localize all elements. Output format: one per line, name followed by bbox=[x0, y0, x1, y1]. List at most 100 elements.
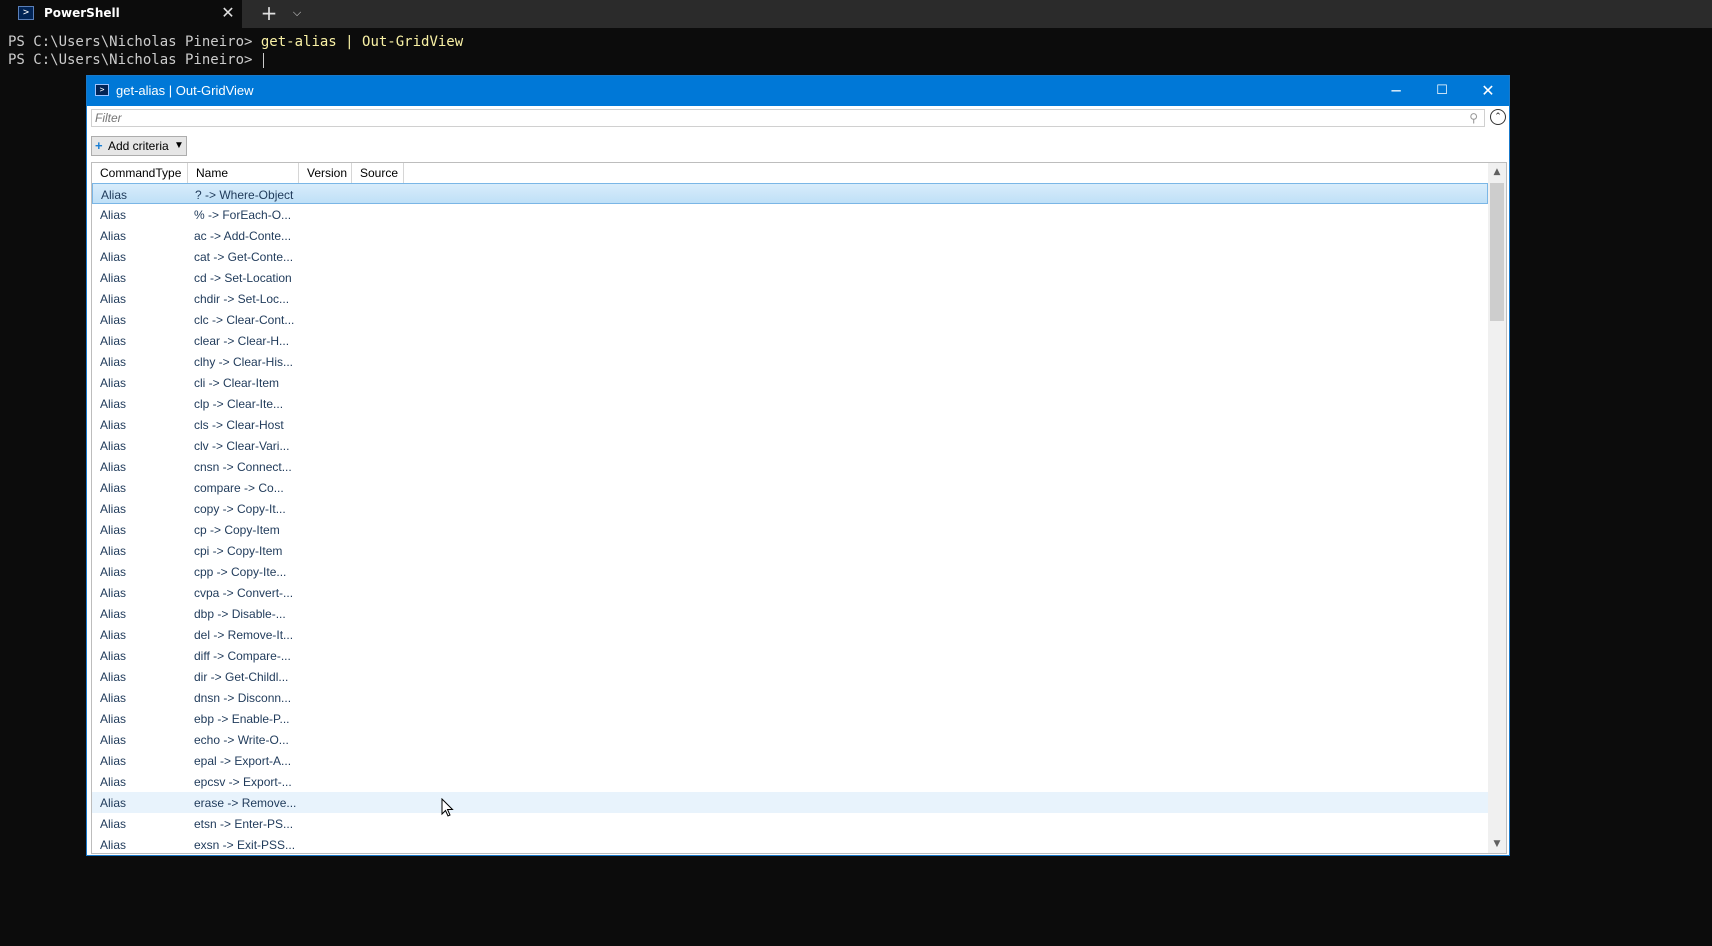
cell-commandtype: Alias bbox=[100, 271, 127, 285]
terminal-line-2[interactable]: PS C:\Users\Nicholas Pineiro> bbox=[8, 52, 264, 68]
table-row[interactable]: Alias cls -> Clear-Host bbox=[92, 414, 1488, 435]
powershell-icon: > bbox=[18, 6, 34, 20]
cell-commandtype: Alias bbox=[100, 418, 127, 432]
cell-name: chdir -> Set-Loc... bbox=[194, 292, 290, 306]
cell-commandtype: Alias bbox=[100, 691, 127, 705]
cell-commandtype: Alias bbox=[101, 188, 128, 202]
cell-name: dbp -> Disable-... bbox=[194, 607, 286, 621]
cell-commandtype: Alias bbox=[100, 544, 127, 558]
scrollbar-thumb[interactable] bbox=[1490, 183, 1504, 321]
cell-name: dnsn -> Disconn... bbox=[194, 691, 292, 705]
table-row[interactable]: Alias ac -> Add-Conte... bbox=[92, 225, 1488, 246]
table-row[interactable]: Alias clhy -> Clear-His... bbox=[92, 351, 1488, 372]
cell-commandtype: Alias bbox=[100, 670, 127, 684]
cell-commandtype: Alias bbox=[100, 607, 127, 621]
table-row[interactable]: Alias etsn -> Enter-PS... bbox=[92, 813, 1488, 834]
cell-name: echo -> Write-O... bbox=[194, 733, 289, 747]
table-row[interactable]: Alias ? -> Where-Object bbox=[92, 183, 1488, 204]
collapse-filter-icon[interactable]: ⌃ bbox=[1490, 109, 1506, 125]
cell-commandtype: Alias bbox=[100, 586, 127, 600]
table-row[interactable]: Alias compare -> Co... bbox=[92, 477, 1488, 498]
table-row[interactable]: Alias cvpa -> Convert-... bbox=[92, 582, 1488, 603]
tab-dropdown-icon[interactable]: ⌵ bbox=[286, 2, 308, 24]
column-header-commandtype[interactable]: CommandType bbox=[92, 163, 188, 183]
scroll-up-icon[interactable]: ▲ bbox=[1488, 165, 1506, 179]
terminal-line-1: PS C:\Users\Nicholas Pineiro> get-alias … bbox=[8, 34, 463, 50]
table-row[interactable]: Alias dnsn -> Disconn... bbox=[92, 687, 1488, 708]
terminal-prompt-2: PS C:\Users\Nicholas Pineiro> bbox=[8, 52, 261, 68]
window-titlebar[interactable]: > get-alias | Out-GridView ─ ☐ ✕ bbox=[87, 76, 1509, 106]
vertical-scrollbar[interactable]: ▲ ▼ bbox=[1488, 163, 1506, 853]
close-button[interactable]: ✕ bbox=[1465, 76, 1511, 106]
table-row[interactable]: Alias clp -> Clear-Ite... bbox=[92, 393, 1488, 414]
cell-name: clv -> Clear-Vari... bbox=[194, 439, 290, 453]
column-header-name[interactable]: Name bbox=[188, 163, 299, 183]
table-row[interactable]: Alias exsn -> Exit-PSS... bbox=[92, 834, 1488, 853]
table-row[interactable]: Alias erase -> Remove... bbox=[92, 792, 1488, 813]
table-row[interactable]: Alias cat -> Get-Conte... bbox=[92, 246, 1488, 267]
window-title: get-alias | Out-GridView bbox=[116, 83, 254, 98]
cell-commandtype: Alias bbox=[100, 439, 127, 453]
cell-commandtype: Alias bbox=[100, 733, 127, 747]
table-row[interactable]: Alias clear -> Clear-H... bbox=[92, 330, 1488, 351]
table-row[interactable]: Alias epal -> Export-A... bbox=[92, 750, 1488, 771]
table-row[interactable]: Alias del -> Remove-It... bbox=[92, 624, 1488, 645]
filter-box[interactable]: ⚲ bbox=[91, 109, 1485, 127]
terminal-tab-bar: > PowerShell ✕ + ⌵ bbox=[0, 0, 1712, 28]
results-grid: CommandType Name Version Source Alias ? -… bbox=[91, 162, 1507, 854]
tab-title: PowerShell bbox=[44, 6, 120, 20]
cell-commandtype: Alias bbox=[100, 649, 127, 663]
minimize-button[interactable]: ─ bbox=[1373, 76, 1419, 106]
terminal-prompt: PS C:\Users\Nicholas Pineiro> bbox=[8, 34, 261, 50]
cell-commandtype: Alias bbox=[100, 523, 127, 537]
table-row[interactable]: Alias cpi -> Copy-Item bbox=[92, 540, 1488, 561]
cell-name: ac -> Add-Conte... bbox=[194, 229, 292, 243]
maximize-button[interactable]: ☐ bbox=[1419, 76, 1465, 106]
cell-commandtype: Alias bbox=[100, 502, 127, 516]
table-row[interactable]: Alias echo -> Write-O... bbox=[92, 729, 1488, 750]
cell-commandtype: Alias bbox=[100, 754, 127, 768]
table-row[interactable]: Alias cli -> Clear-Item bbox=[92, 372, 1488, 393]
cell-commandtype: Alias bbox=[100, 628, 127, 642]
cell-name: clear -> Clear-H... bbox=[194, 334, 290, 348]
cell-name: compare -> Co... bbox=[194, 481, 284, 495]
table-row[interactable]: Alias clc -> Clear-Cont... bbox=[92, 309, 1488, 330]
column-header-source[interactable]: Source bbox=[352, 163, 404, 183]
cell-commandtype: Alias bbox=[100, 796, 127, 810]
cell-commandtype: Alias bbox=[100, 481, 127, 495]
new-tab-button[interactable]: + bbox=[258, 2, 280, 24]
table-row[interactable]: Alias cnsn -> Connect... bbox=[92, 456, 1488, 477]
cell-name: del -> Remove-It... bbox=[194, 628, 294, 642]
table-row[interactable]: Alias dbp -> Disable-... bbox=[92, 603, 1488, 624]
cell-name: cd -> Set-Location bbox=[194, 271, 292, 285]
table-row[interactable]: Alias diff -> Compare-... bbox=[92, 645, 1488, 666]
filter-input[interactable] bbox=[95, 110, 1455, 126]
terminal-command: get-alias | Out-GridView bbox=[260, 34, 464, 50]
cell-name: exsn -> Exit-PSS... bbox=[194, 838, 296, 852]
table-row[interactable]: Alias dir -> Get-Childl... bbox=[92, 666, 1488, 687]
cell-name: cp -> Copy-Item bbox=[194, 523, 280, 537]
cell-name: cli -> Clear-Item bbox=[194, 376, 280, 390]
cell-name: etsn -> Enter-PS... bbox=[194, 817, 294, 831]
cell-commandtype: Alias bbox=[100, 313, 127, 327]
cell-name: cvpa -> Convert-... bbox=[194, 586, 294, 600]
table-row[interactable]: Alias cp -> Copy-Item bbox=[92, 519, 1488, 540]
cell-name: dir -> Get-Childl... bbox=[194, 670, 289, 684]
table-row[interactable]: Alias copy -> Copy-It... bbox=[92, 498, 1488, 519]
cell-commandtype: Alias bbox=[100, 397, 127, 411]
add-criteria-button[interactable]: + Add criteria ▼ bbox=[91, 136, 187, 156]
tab-powershell[interactable]: > PowerShell ✕ bbox=[0, 0, 242, 28]
cell-commandtype: Alias bbox=[100, 208, 127, 222]
scroll-down-icon[interactable]: ▼ bbox=[1488, 837, 1506, 851]
cell-name: clp -> Clear-Ite... bbox=[194, 397, 284, 411]
table-row[interactable]: Alias clv -> Clear-Vari... bbox=[92, 435, 1488, 456]
table-row[interactable]: Alias % -> ForEach-O... bbox=[92, 204, 1488, 225]
table-row[interactable]: Alias epcsv -> Export-... bbox=[92, 771, 1488, 792]
column-header-version[interactable]: Version bbox=[299, 163, 352, 183]
cell-commandtype: Alias bbox=[100, 775, 127, 789]
table-row[interactable]: Alias cd -> Set-Location bbox=[92, 267, 1488, 288]
table-row[interactable]: Alias cpp -> Copy-Ite... bbox=[92, 561, 1488, 582]
table-row[interactable]: Alias chdir -> Set-Loc... bbox=[92, 288, 1488, 309]
tab-close-icon[interactable]: ✕ bbox=[218, 2, 238, 24]
table-row[interactable]: Alias ebp -> Enable-P... bbox=[92, 708, 1488, 729]
